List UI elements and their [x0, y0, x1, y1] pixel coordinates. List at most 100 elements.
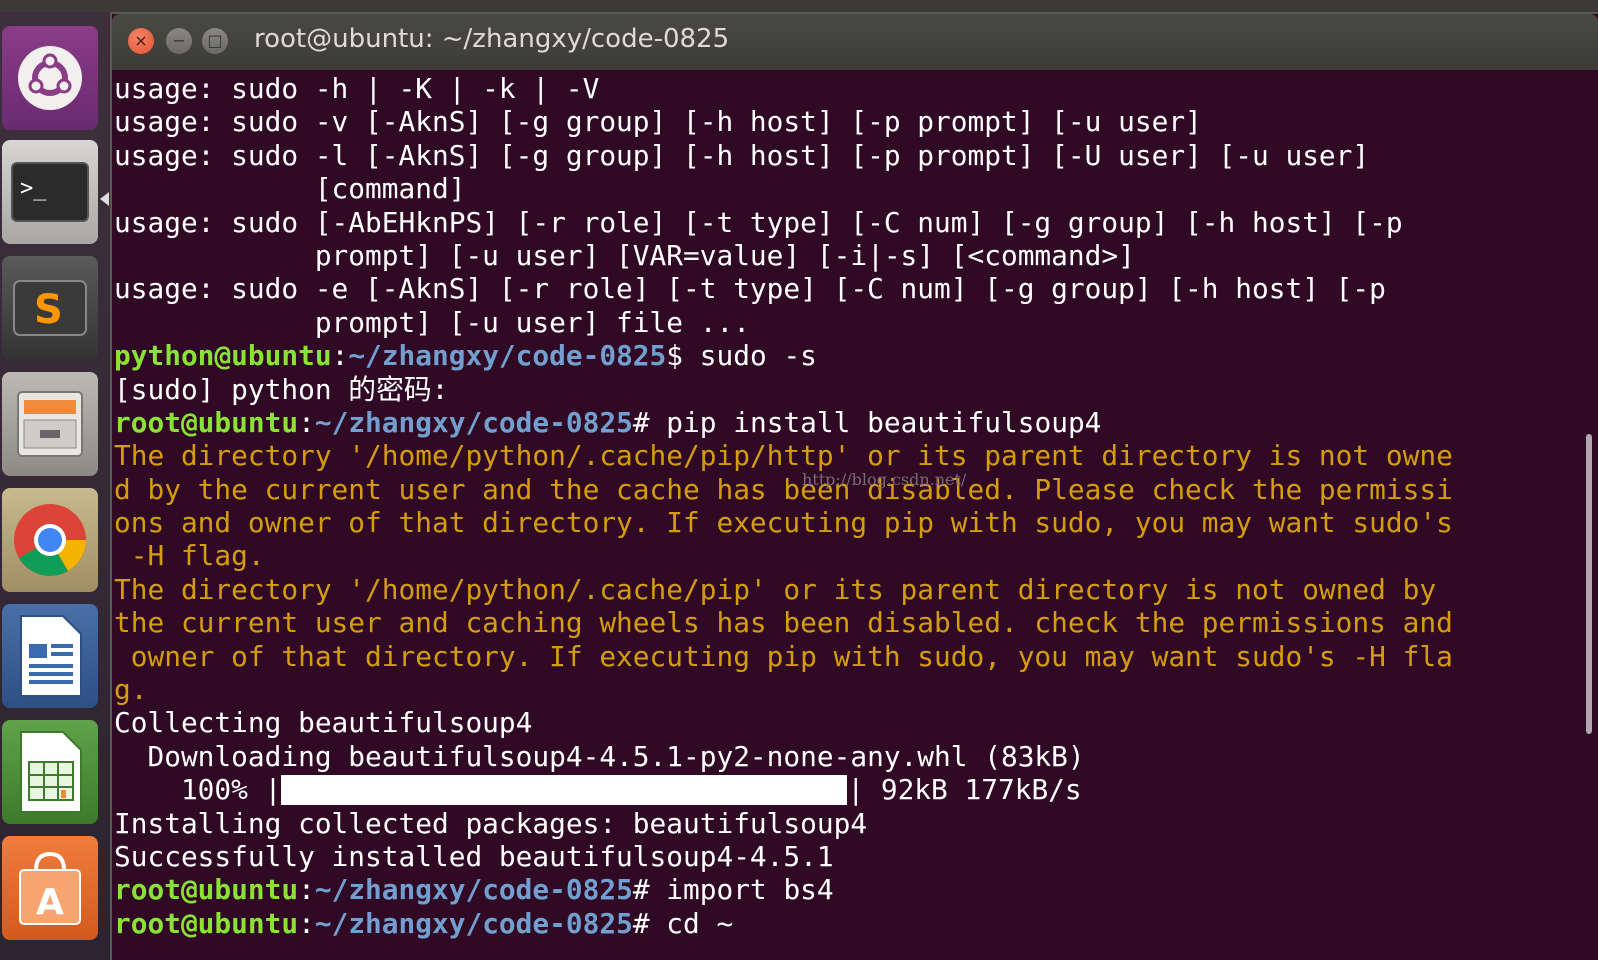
prompt-separator: : [298, 405, 315, 439]
output-text: usage: sudo [-AbEHknPS] [-r role] [-t ty… [114, 205, 1403, 239]
terminal-line: The directory '/home/python/.cache/pip' … [114, 573, 1554, 606]
terminal-line: root@ubuntu:~/zhangxy/code-0825# import … [114, 873, 1554, 906]
prompt-symbol: # [632, 405, 650, 439]
prompt-separator: : [298, 906, 315, 940]
launcher-item-calc[interactable] [2, 720, 98, 824]
output-text: Installing collected packages: beautiful… [114, 806, 868, 840]
launcher-item-writer[interactable] [2, 604, 98, 708]
output-text: usage: sudo -h | -K | -k | -V [114, 72, 600, 105]
warning-text: d by the current user and the cache has … [114, 472, 1453, 506]
warning-text: -H flag. [114, 539, 265, 573]
progress-prefix: 100% | [114, 773, 282, 807]
terminal-icon: >_ [10, 161, 90, 223]
output-text: prompt] [-u user] [VAR=value] [-i|-s] [<… [114, 238, 1135, 272]
command-text: sudo -s [683, 339, 817, 373]
unity-launcher: >_ S A [0, 12, 110, 960]
terminal-line: usage: sudo -h | -K | -k | -V [114, 72, 1554, 105]
terminal-line: Successfully installed beautifulsoup4-4.… [114, 840, 1554, 873]
output-text: prompt] [-u user] file ... [114, 305, 750, 339]
terminal-line: the current user and caching wheels has … [114, 606, 1554, 639]
progress-suffix: | 92kB 177kB/s [847, 773, 1082, 807]
svg-text:S: S [34, 287, 63, 333]
output-text: usage: sudo -e [-AknS] [-r role] [-t typ… [114, 272, 1386, 306]
warning-text: ons and owner of that directory. If exec… [114, 506, 1453, 540]
progress-bar [281, 775, 848, 806]
prompt-path: ~/zhangxy/code-0825 [314, 906, 633, 940]
terminal-line: usage: sudo -v [-AknS] [-g group] [-h ho… [114, 105, 1554, 138]
terminal-line: prompt] [-u user] file ... [114, 306, 1554, 339]
launcher-item-files[interactable] [2, 372, 98, 476]
warning-text: The directory '/home/python/.cache/pip/h… [114, 439, 1453, 473]
prompt-user-host: python@ubuntu [114, 339, 332, 373]
terminal-line: usage: sudo [-AbEHknPS] [-r role] [-t ty… [114, 206, 1554, 239]
close-button[interactable]: × [128, 28, 154, 54]
terminal-line: root@ubuntu:~/zhangxy/code-0825# cd ~ [114, 907, 1554, 940]
prompt-path: ~/zhangxy/code-0825 [314, 873, 633, 907]
prompt-symbol: $ [666, 339, 684, 373]
command-text: pip install beautifulsoup4 [649, 405, 1102, 439]
terminal-line: root@ubuntu:~/zhangxy/code-0825# pip ins… [114, 406, 1554, 439]
terminal-line: Downloading beautifulsoup4-4.5.1-py2-non… [114, 740, 1554, 773]
close-icon: × [134, 31, 148, 50]
prompt-path: ~/zhangxy/code-0825 [314, 405, 633, 439]
writer-document-icon [15, 614, 85, 698]
launcher-item-dash[interactable] [2, 26, 98, 130]
output-text: Downloading beautifulsoup4-4.5.1-py2-non… [114, 739, 1085, 773]
terminal-line: usage: sudo -e [-AknS] [-r role] [-t typ… [114, 272, 1554, 305]
scrollbar[interactable] [1586, 434, 1592, 734]
shopping-bag-icon: A [12, 848, 88, 928]
output-text: Collecting beautifulsoup4 [114, 706, 533, 740]
launcher-item-terminal[interactable]: >_ [2, 140, 98, 244]
terminal-line: Installing collected packages: beautiful… [114, 807, 1554, 840]
output-text: usage: sudo -l [-AknS] [-g group] [-h ho… [114, 138, 1370, 172]
launcher-item-software-center[interactable]: A [2, 836, 98, 940]
terminal-line: ons and owner of that directory. If exec… [114, 506, 1554, 539]
warning-text: The directory '/home/python/.cache/pip' … [114, 572, 1437, 606]
prompt-path: ~/zhangxy/code-0825 [348, 339, 667, 373]
warning-text: the current user and caching wheels has … [114, 606, 1453, 640]
terminal-line: owner of that directory. If executing pi… [114, 640, 1554, 673]
top-panel [0, 0, 1598, 12]
svg-text:A: A [36, 882, 64, 923]
prompt-user-host: root@ubuntu [114, 405, 299, 439]
output-text: [command] [114, 172, 466, 206]
terminal-line: Collecting beautifulsoup4 [114, 706, 1554, 739]
svg-text:>_: >_ [20, 176, 47, 201]
prompt-separator: : [298, 873, 315, 907]
launcher-item-sublime[interactable]: S [2, 256, 98, 360]
active-indicator-icon [100, 192, 109, 206]
prompt-user-host: root@ubuntu [114, 906, 299, 940]
window-title: root@ubuntu: ~/zhangxy/code-0825 [254, 24, 730, 54]
terminal-line: The directory '/home/python/.cache/pip/h… [114, 439, 1554, 472]
terminal-line: python@ubuntu:~/zhangxy/code-0825$ sudo … [114, 339, 1554, 372]
output-text: usage: sudo -v [-AknS] [-g group] [-h ho… [114, 105, 1202, 139]
maximize-button[interactable]: □ [202, 28, 228, 54]
terminal-window: × − □ root@ubuntu: ~/zhangxy/code-0825 u… [112, 14, 1598, 960]
file-cabinet-icon [12, 386, 88, 462]
output-text: [sudo] python 的密码: [114, 372, 449, 406]
minimize-button[interactable]: − [166, 28, 192, 54]
chrome-icon [10, 500, 90, 580]
title-bar[interactable]: × − □ root@ubuntu: ~/zhangxy/code-0825 [112, 14, 1598, 70]
terminal-line: g. [114, 673, 1554, 706]
sublime-text-icon: S [10, 273, 90, 343]
terminal-line: 100% | | 92kB 177kB/s [114, 773, 1554, 806]
launcher-item-chrome[interactable] [2, 488, 98, 592]
terminal-line: prompt] [-u user] [VAR=value] [-i|-s] [<… [114, 239, 1554, 272]
warning-text: owner of that directory. If executing pi… [114, 639, 1453, 673]
output-text: Successfully installed beautifulsoup4-4.… [114, 839, 834, 873]
terminal-line: -H flag. [114, 539, 1554, 572]
prompt-symbol: # [632, 906, 650, 940]
watermark: http://blog.csdn.net/ [802, 470, 967, 489]
prompt-separator: : [331, 339, 349, 373]
command-text: cd ~ [649, 906, 734, 940]
warning-text: g. [114, 673, 148, 707]
minimize-icon: − [172, 31, 186, 50]
command-text: import bs4 [649, 873, 834, 907]
terminal-line: [sudo] python 的密码: [114, 373, 1554, 406]
terminal-output[interactable]: usage: sudo -h | -K | -k | -V usage: sudo… [114, 72, 1554, 940]
ubuntu-logo-icon [15, 43, 85, 113]
terminal-line: usage: sudo -l [-AknS] [-g group] [-h ho… [114, 139, 1554, 172]
prompt-symbol: # [632, 873, 650, 907]
prompt-user-host: root@ubuntu [114, 873, 299, 907]
